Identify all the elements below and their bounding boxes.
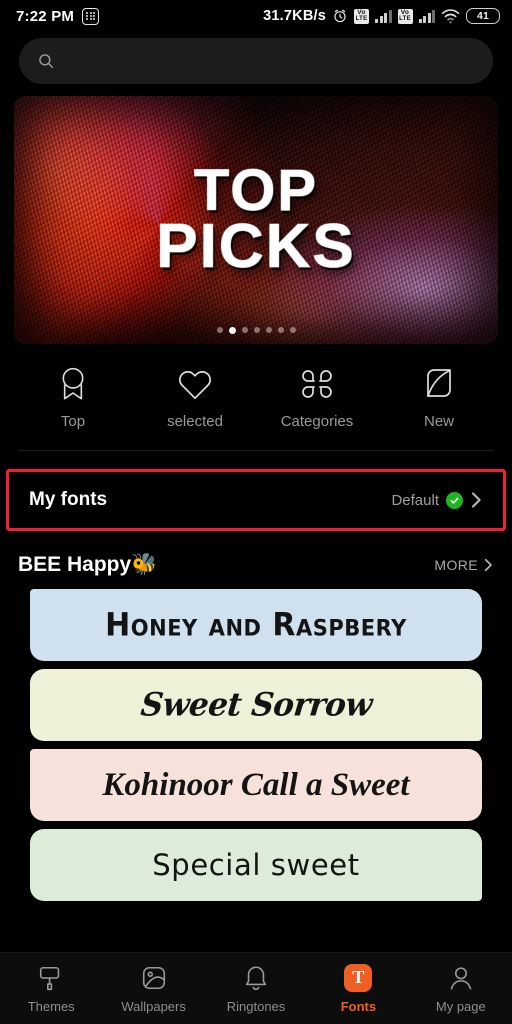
- banner-page-dot[interactable]: [289, 327, 296, 333]
- section-more-label: MORE: [434, 557, 478, 573]
- nav-item-my-page[interactable]: My page: [410, 964, 512, 1014]
- banner-title-line-2: PICKS: [156, 212, 356, 282]
- bottom-scrim: [0, 936, 512, 952]
- network-speed: 31.7KB/s: [263, 8, 326, 24]
- font-card-preview-text: Sweet Sorrow: [138, 686, 374, 724]
- my-fonts-title: My fonts: [29, 489, 108, 510]
- banner-section: TOP PICKS: [0, 84, 512, 344]
- nav-item-ringtones[interactable]: Ringtones: [205, 964, 307, 1014]
- font-card[interactable]: Sweet Sorrow: [30, 669, 482, 741]
- heart-icon: [179, 371, 211, 400]
- nav-label: Wallpapers: [121, 998, 186, 1014]
- search-icon: [39, 54, 54, 69]
- nav-item-themes[interactable]: Themes: [0, 964, 102, 1014]
- calculator-icon: [82, 7, 100, 25]
- status-clock: 7:22 PM: [16, 7, 75, 25]
- category-item-selected[interactable]: selected: [134, 366, 256, 430]
- category-item-categories[interactable]: Categories: [256, 366, 378, 430]
- font-card[interactable]: Honey and Raspbery: [30, 589, 482, 661]
- chevron-right-icon: [471, 492, 481, 508]
- status-bar-left: 7:22 PM: [16, 7, 100, 25]
- image-icon: [142, 966, 165, 989]
- medal-ribbon-icon: [62, 367, 84, 400]
- banner-page-dots[interactable]: [14, 327, 498, 334]
- category-row: Top selected Categories New: [0, 344, 512, 446]
- banner-page-dot[interactable]: [228, 327, 236, 334]
- leaf-icon: [427, 369, 451, 397]
- font-card-list: Honey and Raspbery Sweet Sorrow Kohinoor C…: [0, 577, 512, 901]
- promo-banner[interactable]: TOP PICKS: [14, 96, 498, 344]
- person-icon: [450, 966, 472, 990]
- category-label: selected: [167, 413, 223, 430]
- search-section: [0, 32, 512, 84]
- clover-grid-icon: [302, 370, 332, 398]
- category-label: Top: [60, 413, 86, 430]
- my-fonts-highlight: My fonts Default: [6, 469, 506, 531]
- section-divider: [18, 450, 494, 451]
- bottom-nav: Themes Wallpapers Ringtones T Fonts My p…: [0, 952, 512, 1024]
- nav-label: Ringtones: [226, 998, 286, 1014]
- chevron-right-icon: [484, 558, 492, 572]
- nav-label: My page: [435, 998, 486, 1014]
- status-bar: 7:22 PM 31.7KB/s VoLTEVoLTE VoLTE: [0, 0, 512, 32]
- banner-page-dot[interactable]: [241, 327, 248, 333]
- battery-indicator: 41: [466, 8, 500, 24]
- wifi-icon: [441, 9, 460, 24]
- nav-label: Themes: [27, 998, 75, 1014]
- category-item-top[interactable]: Top: [12, 366, 134, 430]
- sim1-volte-icon: VoLTEVoLTE: [354, 8, 369, 24]
- search-bar[interactable]: [19, 38, 493, 84]
- section-more-button[interactable]: MORE: [434, 557, 494, 573]
- sim1-signal-icon: [375, 9, 392, 23]
- sim2-signal-icon: [418, 9, 435, 23]
- bell-icon: [245, 965, 267, 990]
- my-fonts-value: Default: [391, 491, 439, 509]
- banner-page-dot[interactable]: [265, 327, 272, 333]
- category-label: New: [423, 413, 454, 430]
- category-item-new[interactable]: New: [378, 366, 500, 430]
- banner-page-dot[interactable]: [277, 327, 284, 333]
- sim2-volte-icon: Vo LTE: [397, 8, 413, 24]
- status-bar-right: 31.7KB/s VoLTEVoLTE VoLTE 41: [263, 8, 500, 24]
- green-check-icon: [446, 491, 463, 509]
- banner-title: TOP PICKS: [14, 96, 498, 344]
- font-card[interactable]: Kohinoor Call a Sweet: [30, 749, 482, 821]
- alarm-clock-icon: [334, 9, 346, 23]
- nav-item-wallpapers[interactable]: Wallpapers: [102, 964, 204, 1014]
- section-title: BEE Happy🐝: [18, 553, 158, 576]
- font-card-preview-text: Kohinoor Call a Sweet: [102, 766, 410, 803]
- nav-label: Fonts: [340, 998, 377, 1014]
- section-header: BEE Happy🐝 MORE: [0, 531, 512, 577]
- font-t-icon: T: [344, 963, 373, 992]
- font-card-preview-text: Honey and Raspbery: [105, 606, 407, 644]
- my-fonts-value-group: Default: [391, 490, 483, 510]
- banner-title-line-1: TOP: [193, 158, 319, 224]
- banner-page-dot[interactable]: [216, 327, 223, 333]
- banner-page-dot[interactable]: [253, 327, 260, 333]
- my-fonts-row[interactable]: My fonts Default: [13, 476, 499, 524]
- category-label: Categories: [280, 413, 354, 430]
- font-card-preview-text: Special sweet: [152, 848, 360, 882]
- paint-roller-icon: [40, 966, 60, 990]
- font-card[interactable]: Special sweet: [30, 829, 482, 901]
- search-input[interactable]: [65, 52, 475, 70]
- app-root: 7:22 PM 31.7KB/s VoLTEVoLTE VoLTE: [0, 0, 512, 1024]
- nav-item-fonts[interactable]: T Fonts: [307, 963, 409, 1014]
